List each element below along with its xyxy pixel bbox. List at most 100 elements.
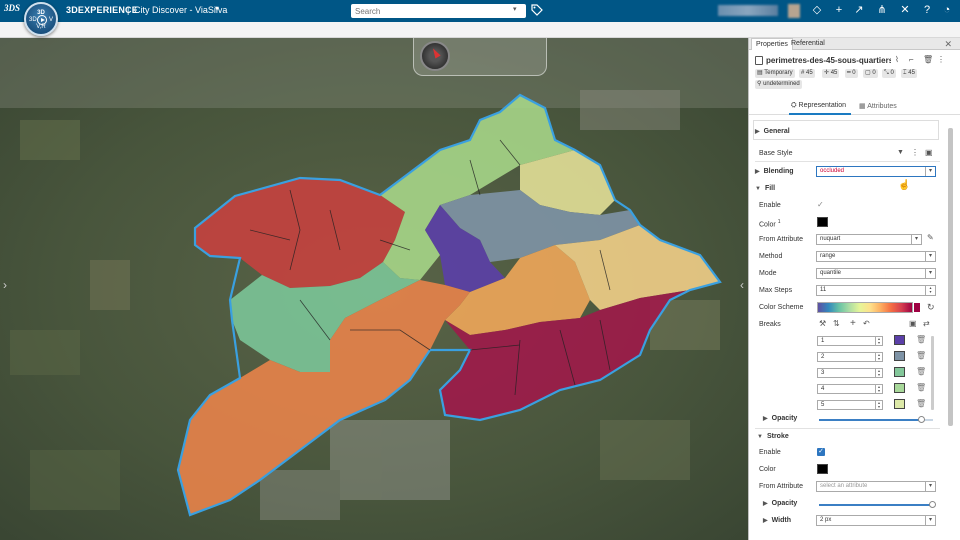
stroke-width-header[interactable]: ▶ Width	[763, 517, 791, 524]
refresh-icon[interactable]: ↻	[927, 302, 935, 313]
bookmark-icon[interactable]: ◇	[810, 3, 824, 17]
stroke-section-header[interactable]: ▼ Stroke	[757, 433, 789, 440]
method-select[interactable]: range ▾	[816, 251, 936, 262]
magic-wand-icon[interactable]: ⚒	[819, 319, 826, 328]
stroke-color-swatch[interactable]	[817, 464, 828, 474]
left-panel-toggle-icon[interactable]: ›	[3, 278, 7, 292]
compass-button[interactable]: 3D 3D V V,R	[24, 2, 58, 36]
general-section-header[interactable]: ▶ General	[755, 128, 790, 135]
break-color-swatch[interactable]	[894, 335, 905, 345]
sort-icon[interactable]: ⇅	[833, 319, 840, 328]
brush-icon[interactable]: ✎	[927, 233, 934, 242]
compass-icon[interactable]	[420, 41, 450, 71]
tab-attributes[interactable]: ▦ Attributes	[859, 102, 897, 110]
search-options-chevron-icon[interactable]: ▾	[513, 5, 517, 13]
more-options-icon[interactable]: ⋮	[937, 55, 945, 64]
trash-icon[interactable]: 🗑	[916, 336, 926, 344]
panel-scrollbar-thumb[interactable]	[948, 128, 953, 426]
avatar[interactable]	[788, 4, 800, 18]
save-style-icon[interactable]: ▣	[925, 148, 933, 157]
break-color-swatch[interactable]	[894, 367, 905, 377]
break-color-swatch[interactable]	[894, 383, 905, 393]
trash-icon[interactable]: 🗑	[923, 55, 933, 64]
chevron-down-icon[interactable]: ▾	[925, 252, 935, 261]
blending-section-header[interactable]: ▶ Blending	[755, 168, 794, 175]
method-label: Method	[759, 253, 783, 260]
tools-icon[interactable]: ✕	[898, 3, 912, 17]
chevron-down-icon[interactable]: ▾	[925, 516, 935, 525]
notifications-icon[interactable]: ◔	[940, 3, 954, 17]
chevron-down-icon[interactable]: ▾	[925, 269, 935, 278]
tab-representation[interactable]: ⛭ Representation	[791, 102, 846, 110]
stepper-icon[interactable]: ▴ ▾	[875, 401, 882, 409]
undo-icon[interactable]: ↶	[863, 319, 870, 328]
chevron-down-icon[interactable]: ▾	[911, 235, 921, 244]
ds-logo: 3DS	[4, 3, 21, 13]
stepper-icon[interactable]: ▴ ▾	[875, 385, 882, 393]
break-value-input[interactable]: 1 ▴ ▾	[817, 336, 883, 346]
stepper-icon[interactable]: ▴ ▾	[925, 286, 935, 295]
user-name[interactable]	[718, 5, 778, 16]
break-value-input[interactable]: 5 ▴ ▾	[817, 400, 883, 410]
export-icon[interactable]: ⇄	[923, 319, 930, 328]
fill-from-attribute-select[interactable]: nuquart ▾	[816, 234, 922, 245]
max-steps-input[interactable]: 11 ▴ ▾	[816, 285, 936, 296]
break-color-swatch[interactable]	[894, 399, 905, 409]
fill-enable-checkbox[interactable]: ✓	[817, 201, 825, 209]
help-icon[interactable]: ?	[920, 3, 934, 17]
trash-icon[interactable]: 🗑	[916, 400, 926, 408]
close-icon[interactable]: ✕	[944, 38, 952, 50]
tag-icon[interactable]	[531, 4, 543, 16]
mouse-cursor: ☝	[898, 180, 911, 191]
break-color-swatch[interactable]	[894, 351, 905, 361]
break-value-input[interactable]: 4 ▴ ▾	[817, 384, 883, 394]
share-arrow-icon[interactable]: ↗	[852, 3, 866, 17]
tab-referential[interactable]: Referential	[787, 38, 829, 50]
trash-icon[interactable]: 🗑	[916, 352, 926, 360]
stroke-enable-checkbox[interactable]: ✓	[817, 448, 825, 456]
fill-from-attribute-label: From Attribute	[759, 236, 803, 243]
stepper-icon[interactable]: ▴ ▾	[875, 337, 882, 345]
break-value-input[interactable]: 2 ▴ ▾	[817, 352, 883, 362]
blending-select[interactable]: occluded ▾	[816, 166, 936, 177]
camera-icon[interactable]: ▣	[909, 319, 917, 328]
mode-select[interactable]: quantile ▾	[816, 268, 936, 279]
chevron-down-icon[interactable]: ▾	[925, 167, 935, 176]
fill-section-header[interactable]: ▼ Fill	[755, 185, 775, 192]
trash-icon[interactable]: 🗑	[916, 384, 926, 392]
fill-opacity-header[interactable]: ▶ Opacity	[763, 415, 797, 422]
base-style-more-icon[interactable]: ⋮	[911, 148, 919, 157]
chevron-down-icon[interactable]: ▾	[925, 482, 935, 491]
search-input[interactable]	[351, 4, 526, 18]
tag-count-lines: ━ 0	[845, 69, 858, 78]
right-panel-toggle-icon[interactable]: ‹	[740, 278, 744, 292]
tag-count-points: ✛ 45	[822, 69, 840, 78]
link-icon[interactable]: ⌐	[909, 55, 914, 64]
fill-opacity-slider[interactable]	[918, 416, 925, 423]
stroke-from-attribute-select[interactable]: select an attribute ▾	[816, 481, 936, 492]
stroke-opacity-slider[interactable]	[929, 501, 936, 508]
edit-path-icon[interactable]: ⌇	[895, 55, 899, 64]
tag-count-polygons: ▢ 0	[863, 69, 878, 78]
map-canvas[interactable]	[0, 38, 748, 540]
trash-icon[interactable]: 🗑	[916, 368, 926, 376]
tag-temporary: ▤ Temporary	[755, 69, 795, 78]
color-scheme-gradient[interactable]	[817, 302, 913, 313]
stepper-icon[interactable]: ▴ ▾	[875, 369, 882, 377]
base-style-dropdown-icon[interactable]: ▼	[897, 149, 904, 156]
breaks-scrollbar[interactable]	[931, 336, 934, 410]
fill-color-swatch[interactable]	[817, 217, 828, 227]
fill-opacity-fill	[819, 419, 922, 421]
tag-count-hash: # 45	[799, 69, 815, 78]
stroke-width-input[interactable]: 2 px ▾	[816, 515, 936, 526]
add-icon[interactable]: +	[832, 3, 846, 17]
map-view[interactable]: › ‹	[0, 38, 748, 540]
network-icon[interactable]: ⋔	[875, 3, 889, 17]
stroke-opacity-header[interactable]: ▶ Opacity	[763, 500, 797, 507]
stepper-icon[interactable]: ▴ ▾	[875, 353, 882, 361]
add-break-icon[interactable]: +	[850, 318, 856, 329]
panel-scrollbar[interactable]	[947, 118, 955, 540]
chevron-down-icon[interactable]: ▾	[215, 4, 219, 13]
break-value-input[interactable]: 3 ▴ ▾	[817, 368, 883, 378]
app-title[interactable]: City Discover - ViaSilva	[134, 5, 227, 15]
